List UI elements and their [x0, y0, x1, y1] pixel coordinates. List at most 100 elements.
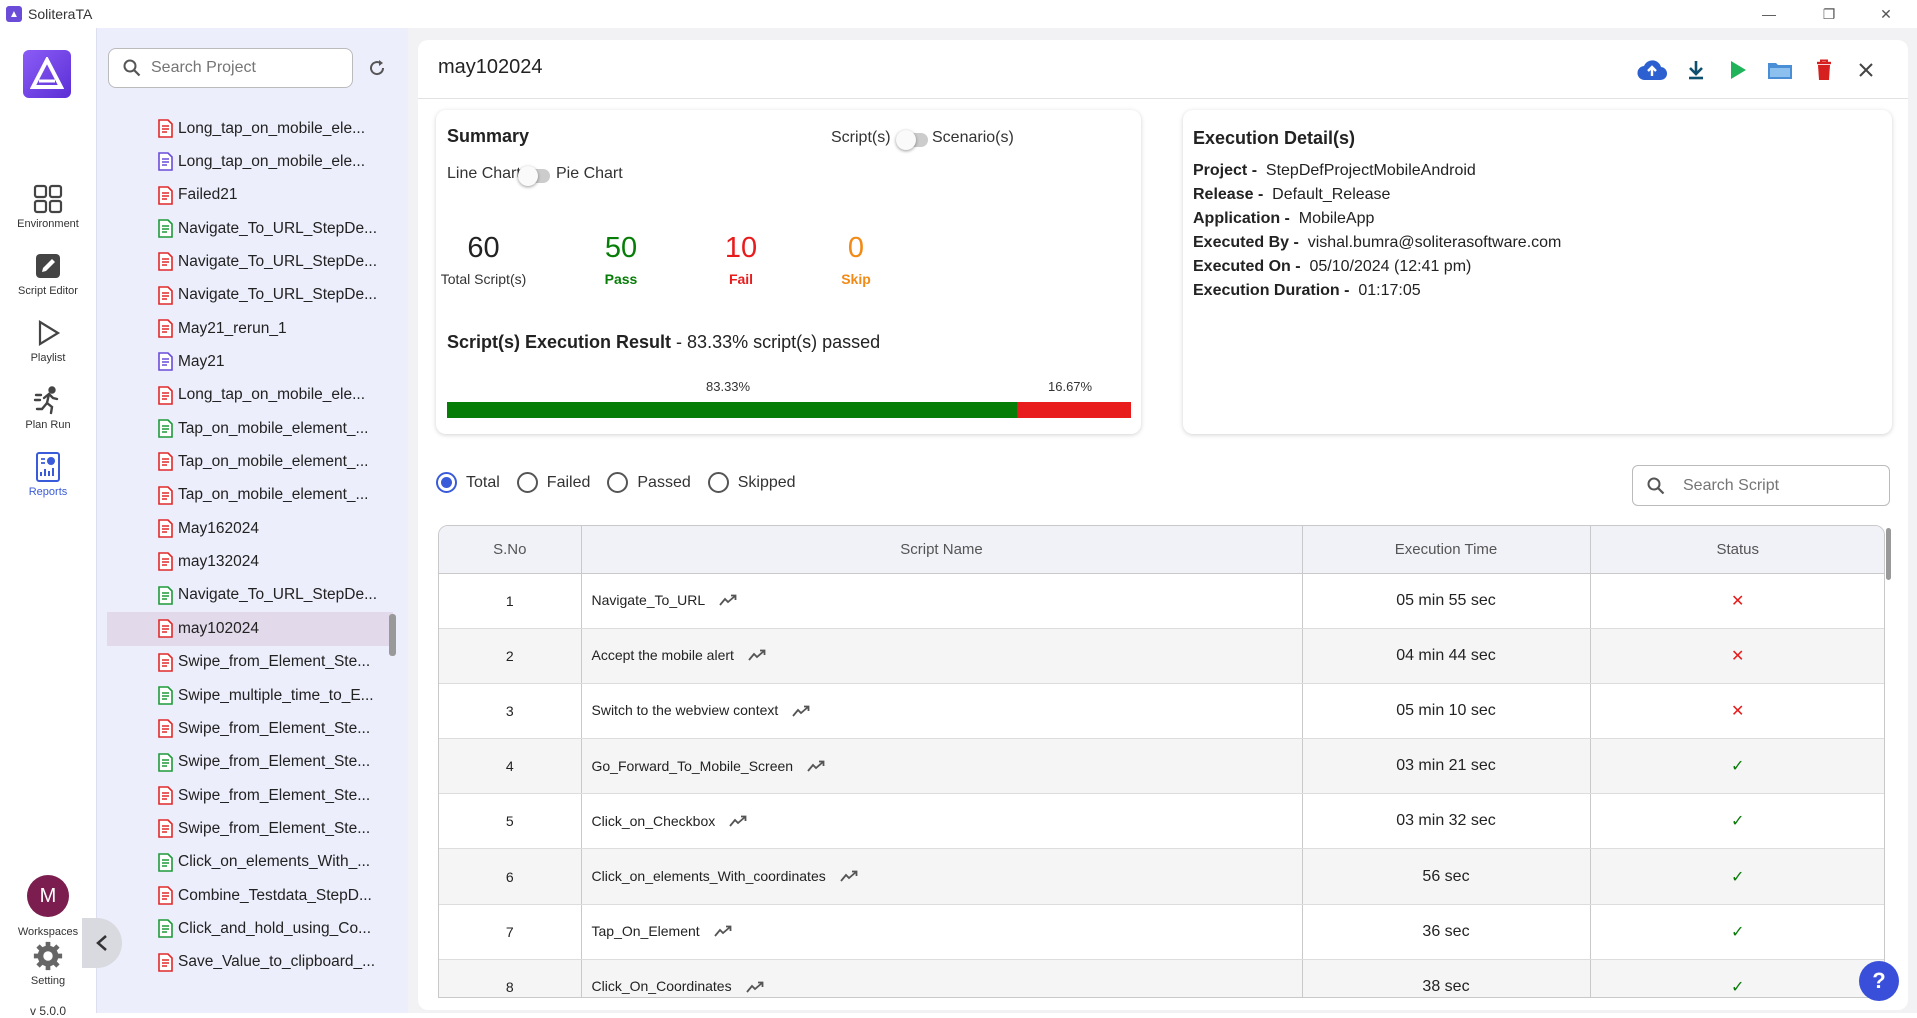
table-row[interactable]: 7 Tap_On_Element 36 sec ✓	[439, 904, 1884, 960]
project-list-item[interactable]: Long_tap_on_mobile_ele...	[107, 145, 393, 178]
script-search-input[interactable]	[1683, 476, 1873, 495]
trend-icon[interactable]	[840, 869, 858, 885]
trend-icon[interactable]	[748, 648, 766, 664]
project-list-item[interactable]: Navigate_To_URL_StepDe...	[107, 579, 393, 612]
minimize-button[interactable]: —	[1747, 0, 1791, 28]
script-name-text[interactable]: Click_on_Checkbox	[592, 813, 716, 829]
project-list-item[interactable]: Failed21	[107, 179, 393, 212]
filter-total-radio[interactable]: Total	[436, 472, 500, 493]
table-row[interactable]: 8 Click_On_Coordinates 38 sec ✓	[439, 959, 1884, 997]
table-scrollbar[interactable]	[1886, 528, 1891, 580]
table-row[interactable]: 4 Go_Forward_To_Mobile_Screen 03 min 21 se…	[439, 738, 1884, 795]
fail-status-icon: ✕	[1731, 592, 1745, 610]
table-row[interactable]: 1 Navigate_To_URL 05 min 55 sec ✕	[439, 573, 1884, 629]
script-name-text[interactable]: Navigate_To_URL	[592, 592, 706, 608]
project-list-item[interactable]: Save_Value_to_clipboard_...	[107, 946, 393, 979]
chart-type-switch[interactable]	[518, 166, 550, 186]
rail-item-reports[interactable]: Reports	[0, 451, 96, 498]
document-icon	[158, 686, 173, 705]
script-name-text[interactable]: Tap_On_Element	[592, 923, 700, 939]
scripts-scenarios-switch[interactable]	[896, 130, 928, 150]
table-row[interactable]: 3 Switch to the webview context 05 min 10 …	[439, 683, 1884, 740]
filter-skipped-radio[interactable]: Skipped	[707, 472, 796, 493]
project-list-item[interactable]: Long_tap_on_mobile_ele...	[107, 379, 393, 412]
project-list-item[interactable]: Tap_on_mobile_element_...	[107, 412, 393, 445]
col-header-script-name[interactable]: Script Name	[581, 526, 1303, 574]
download-button[interactable]	[1680, 54, 1712, 86]
stat-skip-label: Skip	[841, 271, 871, 287]
project-search-input[interactable]	[151, 59, 341, 77]
col-header-sno[interactable]: S.No	[439, 526, 582, 574]
brand-logo-icon[interactable]	[23, 50, 71, 98]
run-button[interactable]	[1722, 54, 1754, 86]
refresh-button[interactable]	[363, 54, 391, 82]
detail-project: Project - StepDefProjectMobileAndroid	[1193, 162, 1476, 179]
project-list-item[interactable]: Swipe_multiple_time_to_E...	[107, 679, 393, 712]
pie-chart-label: Pie Chart	[556, 165, 623, 182]
close-report-button[interactable]	[1850, 54, 1882, 86]
play-outline-icon	[32, 317, 64, 349]
project-list-item[interactable]: Navigate_To_URL_StepDe...	[107, 212, 393, 245]
table-row[interactable]: 2 Accept the mobile alert 04 min 44 sec ✕	[439, 628, 1884, 684]
project-list-item[interactable]: Tap_on_mobile_element_...	[107, 479, 393, 512]
script-name-text[interactable]: Click_on_elements_With_coordinates	[592, 868, 826, 884]
project-list-item[interactable]: Swipe_from_Element_Ste...	[107, 712, 393, 745]
project-list-item[interactable]: Click_and_hold_using_Co...	[107, 912, 393, 945]
trend-icon[interactable]	[719, 593, 737, 609]
status-filter-group: Total Failed Passed Skipped	[436, 472, 813, 493]
project-list-item[interactable]: Navigate_To_URL_StepDe...	[107, 245, 393, 278]
cell-sno: 8	[439, 959, 582, 997]
help-button[interactable]: ?	[1859, 961, 1899, 1001]
trend-icon[interactable]	[729, 814, 747, 830]
project-list-item[interactable]: Long_tap_on_mobile_ele...	[107, 112, 393, 145]
trend-icon[interactable]	[807, 759, 825, 775]
script-name-text[interactable]: Go_Forward_To_Mobile_Screen	[592, 758, 794, 774]
workspace-avatar[interactable]: M	[27, 875, 69, 917]
project-list-item[interactable]: Swipe_from_Element_Ste...	[107, 779, 393, 812]
script-name-text[interactable]: Switch to the webview context	[592, 702, 779, 718]
col-header-execution-time[interactable]: Execution Time	[1302, 526, 1591, 574]
trend-icon[interactable]	[792, 704, 810, 720]
project-list-item[interactable]: may132024	[107, 545, 393, 578]
folder-button[interactable]	[1764, 54, 1796, 86]
rail-item-environment[interactable]: Environment	[0, 183, 96, 230]
cell-sno: 5	[439, 793, 582, 850]
filter-passed-radio[interactable]: Passed	[607, 472, 691, 493]
project-item-label: Swipe_from_Element_Ste...	[178, 753, 371, 771]
project-list-item[interactable]: May162024	[107, 512, 393, 545]
project-list-item[interactable]: May21_rerun_1	[107, 312, 393, 345]
script-name-text[interactable]: Accept the mobile alert	[592, 647, 734, 663]
project-list-item[interactable]: Navigate_To_URL_StepDe...	[107, 279, 393, 312]
project-item-label: Failed21	[178, 186, 238, 204]
upload-cloud-button[interactable]	[1636, 54, 1668, 86]
project-list-item[interactable]: may102024	[107, 612, 393, 646]
close-window-button[interactable]: ✕	[1864, 0, 1908, 28]
trend-icon[interactable]	[745, 980, 764, 996]
project-item-label: Long_tap_on_mobile_ele...	[178, 386, 366, 404]
table-row[interactable]: 5 Click_on_Checkbox 03 min 32 sec ✓	[439, 793, 1884, 850]
trash-icon	[1817, 59, 1831, 80]
project-list-scrollbar[interactable]	[389, 614, 396, 656]
document-icon	[158, 152, 173, 172]
project-list-item[interactable]: Combine_Testdata_StepD...	[107, 879, 393, 912]
project-list-item[interactable]: May21	[107, 345, 393, 378]
project-search-box[interactable]	[108, 48, 353, 88]
project-list-item[interactable]: Tap_on_mobile_element_...	[107, 445, 393, 478]
rail-item-plan-run[interactable]: Plan Run	[0, 384, 96, 431]
project-list-item[interactable]: Click_on_elements_With_...	[107, 846, 393, 879]
trend-icon[interactable]	[713, 924, 732, 940]
col-header-status[interactable]: Status	[1590, 526, 1884, 574]
filter-failed-radio[interactable]: Failed	[516, 472, 590, 493]
project-list-item[interactable]: Swipe_from_Element_Ste...	[107, 746, 393, 779]
table-row[interactable]: 6 Click_on_elements_With_coordinates 56 se…	[439, 848, 1884, 905]
cell-status: ✓	[1590, 959, 1884, 997]
refresh-icon	[370, 60, 385, 76]
project-list-item[interactable]: Swipe_from_Element_Ste...	[107, 646, 393, 679]
script-search-box[interactable]	[1632, 465, 1890, 506]
project-list-item[interactable]: Swipe_from_Element_Ste...	[107, 812, 393, 845]
rail-item-script-editor[interactable]: Script Editor	[0, 250, 96, 297]
script-name-text[interactable]: Click_On_Coordinates	[592, 978, 732, 994]
restore-button[interactable]: ❐	[1807, 0, 1851, 28]
delete-button[interactable]	[1808, 54, 1840, 86]
rail-item-playlist[interactable]: Playlist	[0, 317, 96, 364]
